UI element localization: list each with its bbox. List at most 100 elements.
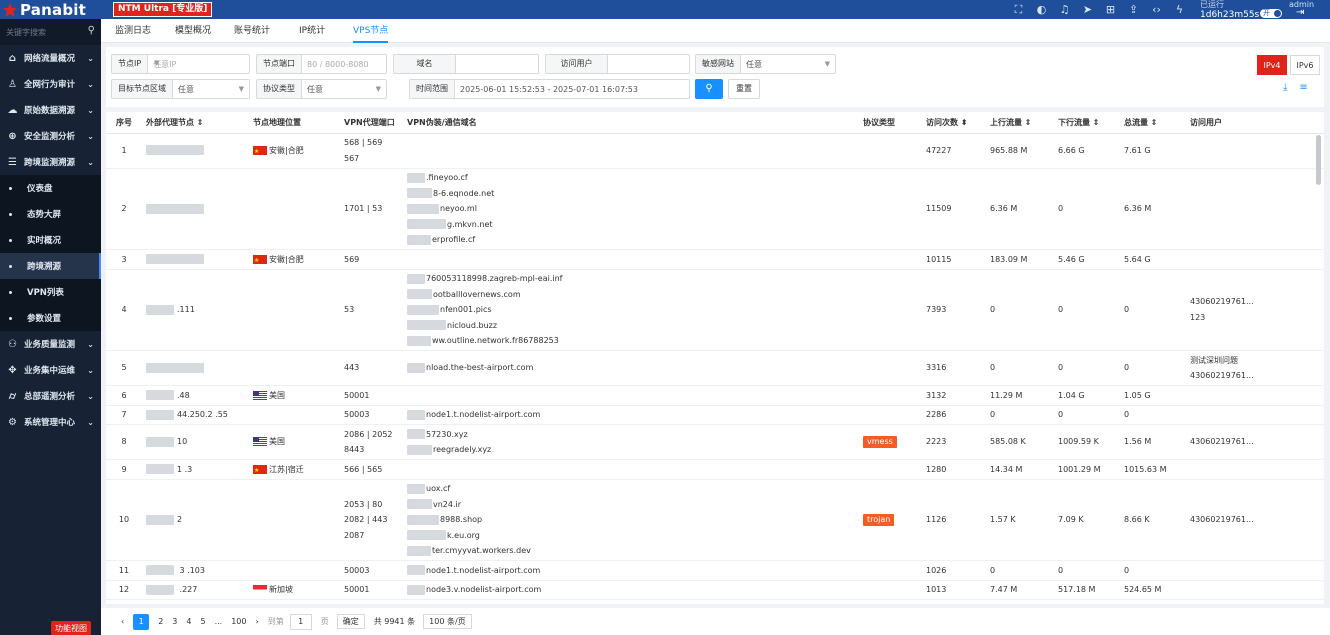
goto-confirm-button[interactable]: 确定 — [336, 614, 365, 629]
visit-user[interactable]: 43060219761... — [1190, 368, 1256, 384]
sidebar-item-b2[interactable]: ⌭ 总部遥测分析 ⌄ — [0, 383, 101, 409]
sidebar-item-0[interactable]: ⌂ 网络流量概况 ⌄ — [0, 45, 101, 71]
page-1[interactable]: 1 — [133, 613, 150, 630]
power-icon[interactable]: ϟ — [1173, 3, 1186, 16]
session-detail-link[interactable]: 会话详细 — [1256, 479, 1324, 561]
protocol-type-filter[interactable]: 协议类型 任意 ▼ — [256, 79, 387, 99]
target-region-select[interactable]: 任意 — [173, 84, 249, 95]
node-ip-dropdown-icon[interactable]: ▼ — [154, 59, 159, 67]
time-range-filter[interactable]: 时间范围 2025-06-01 15:52:53 - 2025-07-01 16… — [409, 79, 690, 99]
page-...[interactable]: ... — [215, 617, 223, 626]
sidebar-item-1[interactable]: ♙ 全网行为审计 ⌄ — [0, 71, 101, 97]
function-view-button[interactable]: 功能视图 — [51, 621, 91, 635]
column-header[interactable]: 操作 — [1256, 112, 1324, 134]
sidebar-subitem-1[interactable]: 态势大屏 — [0, 201, 101, 227]
page-3[interactable]: 3 — [172, 617, 177, 626]
upload-icon[interactable]: ⇪ — [1127, 3, 1140, 16]
logo[interactable]: Panabit — [2, 0, 100, 19]
page-5[interactable]: 5 — [200, 617, 205, 626]
node-port-input[interactable]: 80 / 8000-8080 — [302, 60, 386, 69]
node-ip-input[interactable]: 任意IP — [148, 59, 249, 70]
session-detail-link[interactable]: 会话详细 — [1256, 168, 1324, 250]
tab-0[interactable]: 监测日志 — [115, 19, 151, 43]
next-page-icon[interactable]: › — [256, 617, 259, 626]
page-size-select[interactable]: 100 条/页 — [423, 614, 472, 629]
table-row[interactable]: 9 1 .3 江苏|宿迁 566 | 565 128014.34 M1001.29 M1… — [106, 459, 1324, 480]
ipv4-button[interactable]: IPv4 — [1257, 55, 1287, 75]
table-row[interactable]: 1 安徽|合肥 568 | 569 567 47227965.88 M6.66 G7.6… — [106, 133, 1324, 169]
search-icon[interactable]: ⚲ — [88, 25, 95, 36]
page-100[interactable]: 100 — [231, 617, 246, 626]
visit-user[interactable]: 测试深圳问题 — [1190, 353, 1256, 369]
sidebar-item-4[interactable]: ☰ 跨境监测溯源 ⌄ — [0, 149, 101, 175]
session-detail-link[interactable]: 会话详细 — [1256, 385, 1324, 406]
session-detail-link[interactable]: 会话详细 — [1256, 580, 1324, 600]
session-detail-link[interactable]: 会话详细 — [1256, 249, 1324, 270]
column-header[interactable]: 总流量 ⇕ — [1120, 112, 1186, 134]
logout-icon[interactable]: ⇥ — [1296, 7, 1304, 18]
table-row[interactable]: 8 10 美国 2086 | 2052 8443 57230.xyz reegradely.… — [106, 424, 1324, 460]
sidebar-subitem-3[interactable]: 跨境溯源 — [0, 253, 101, 279]
session-detail-link[interactable]: 会话详细 — [1256, 405, 1324, 425]
sidebar-subitem-5[interactable]: 参数设置 — [0, 305, 101, 331]
session-detail-link[interactable]: 会话详细 — [1256, 459, 1324, 480]
sidebar-subitem-2[interactable]: 实时概况 — [0, 227, 101, 253]
tab-1[interactable]: 模型概况 — [175, 19, 211, 43]
column-header[interactable]: 协议类型 — [859, 112, 922, 134]
target-region-filter[interactable]: 目标节点区域 任意 ▼ — [111, 79, 250, 99]
chevron-down-icon[interactable]: ▼ — [239, 85, 244, 93]
reset-button[interactable]: 重置 — [728, 79, 760, 99]
status-toggle[interactable]: 开 — [1260, 9, 1282, 18]
table-row[interactable]: 7 44.250.2 .55 50003 node1.t.nodelist-airpo… — [106, 405, 1324, 425]
sidebar-subitem-4[interactable]: VPN列表 — [0, 279, 101, 305]
visit-user-filter[interactable]: 访问用户 — [545, 54, 690, 74]
code-icon[interactable]: ‹› — [1150, 3, 1163, 16]
chevron-down-icon[interactable]: ▼ — [825, 60, 830, 68]
tab-4[interactable]: VPS节点 — [353, 19, 389, 43]
table-row[interactable]: 11 3 .103 50003 node1.t.nodelist-airport.c… — [106, 560, 1324, 581]
tab-3[interactable]: IP统计 — [299, 19, 325, 43]
visit-user[interactable]: 123 — [1190, 310, 1256, 326]
ipv6-button[interactable]: IPv6 — [1290, 55, 1320, 75]
column-header[interactable]: 外部代理节点 ⇕ — [142, 112, 249, 134]
layout-icon[interactable]: ⊞ — [1104, 3, 1117, 16]
node-port-filter[interactable]: 节点端口 80 / 8000-8080 — [256, 54, 387, 74]
protocol-type-select[interactable]: 任意 — [302, 84, 386, 95]
node-ip-filter[interactable]: 节点IP 任意IP — [111, 54, 250, 74]
column-header[interactable]: 序号 — [106, 112, 142, 134]
search-button[interactable]: ⚲ — [695, 79, 723, 99]
sidebar-search[interactable]: 关键字搜索 ⚲ — [0, 19, 101, 45]
session-detail-link[interactable]: 会话详细 — [1256, 269, 1324, 351]
sidebar-search-input[interactable]: 关键字搜索 — [6, 27, 46, 38]
time-range-input[interactable]: 2025-06-01 15:52:53 - 2025-07-01 16:07:5… — [455, 85, 689, 94]
page-4[interactable]: 4 — [186, 617, 191, 626]
send-icon[interactable]: ➤ — [1081, 3, 1094, 16]
session-detail-link[interactable]: 会话详细 — [1256, 560, 1324, 581]
table-row[interactable]: 13 .26新加坡 50001 node3.v.nodelist-airport.c… — [106, 599, 1324, 604]
domain-filter[interactable]: 域名 — [393, 54, 539, 74]
chevron-down-icon[interactable]: ▼ — [376, 85, 381, 93]
sensitive-site-select[interactable]: 任意 — [741, 59, 835, 70]
sidebar-subitem-0[interactable]: 仪表盘 — [0, 175, 101, 201]
session-detail-link[interactable]: 会话详细 — [1256, 350, 1324, 386]
session-detail-link[interactable]: 会话详细 — [1256, 133, 1324, 169]
download-icon[interactable]: ⤓ — [1283, 82, 1287, 93]
session-detail-link[interactable]: 会话详细 — [1256, 599, 1324, 604]
column-header[interactable]: 访问用户 — [1186, 112, 1256, 134]
column-header[interactable]: 下行流量 ⇕ — [1054, 112, 1120, 134]
sidebar-item-b1[interactable]: ✥ 业务集中运维 ⌄ — [0, 357, 101, 383]
column-header[interactable]: VPN代理端口 — [340, 112, 403, 134]
theme-icon[interactable]: ◐ — [1035, 3, 1048, 16]
table-row[interactable]: 6 .48 美国 50001 313211.29 M1.04 G1.05 G 会话详细 — [106, 385, 1324, 406]
session-detail-link[interactable]: 会话详细 — [1256, 424, 1324, 460]
table-row[interactable]: 2 1701 | 53 .fineyoo.cf 8-6.eqnode.net neyoo… — [106, 168, 1324, 250]
sidebar-item-2[interactable]: ☁ 原始数据溯源 ⌄ — [0, 97, 101, 123]
fullscreen-icon[interactable]: ⛶ — [1012, 3, 1025, 16]
sidebar-item-3[interactable]: ⊕ 安全监测分析 ⌄ — [0, 123, 101, 149]
table-scrollbar[interactable] — [1316, 135, 1321, 185]
table-row[interactable]: 4 .111 53 760053118998.zagreb-mpl-eai.inf oo… — [106, 269, 1324, 351]
page-2[interactable]: 2 — [158, 617, 163, 626]
column-header[interactable]: 上行流量 ⇕ — [986, 112, 1054, 134]
column-header[interactable]: 访问次数 ⬍ — [922, 112, 986, 134]
visit-user[interactable]: 43060219761... — [1190, 294, 1256, 310]
